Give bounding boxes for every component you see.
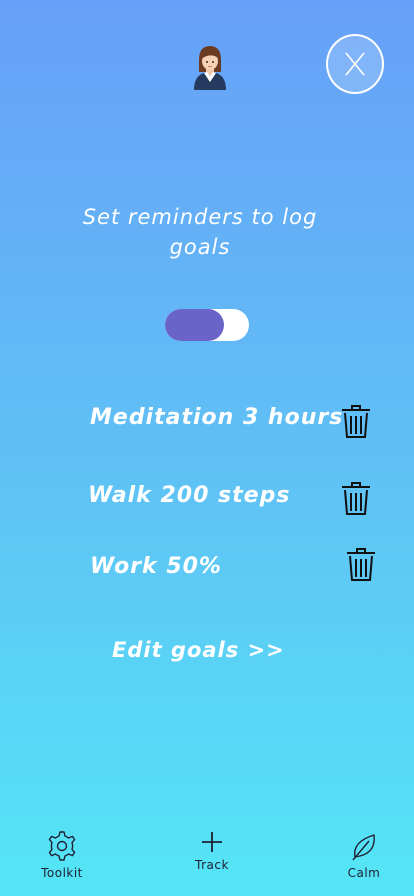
reminder-heading: Set reminders to log goals bbox=[82, 205, 318, 259]
nav-label: Toolkit bbox=[41, 866, 83, 880]
plus-icon bbox=[202, 832, 222, 852]
trash-icon[interactable] bbox=[340, 405, 372, 439]
nav-track[interactable]: Track bbox=[188, 830, 236, 872]
avatar bbox=[190, 42, 230, 90]
trash-icon[interactable] bbox=[340, 482, 372, 516]
leaf-icon bbox=[352, 834, 375, 861]
nav-calm[interactable]: Calm bbox=[342, 832, 386, 880]
toggle-knob bbox=[165, 309, 224, 341]
close-icon bbox=[345, 52, 365, 76]
close-button[interactable] bbox=[326, 34, 384, 94]
nav-label: Calm bbox=[347, 866, 381, 880]
nav-label: Track bbox=[195, 858, 229, 872]
edit-goals-link[interactable]: Edit goals >> bbox=[112, 638, 285, 662]
businesswoman-avatar-icon bbox=[194, 46, 226, 90]
reminder-toggle[interactable] bbox=[165, 309, 249, 341]
goal-label: Work 50% bbox=[90, 554, 222, 579]
trash-icon[interactable] bbox=[345, 548, 377, 582]
gear-icon bbox=[48, 831, 76, 861]
goal-label: Meditation 3 hours bbox=[90, 405, 344, 430]
nav-toolkit[interactable]: Toolkit bbox=[38, 830, 86, 880]
goal-label: Walk 200 steps bbox=[88, 483, 291, 508]
